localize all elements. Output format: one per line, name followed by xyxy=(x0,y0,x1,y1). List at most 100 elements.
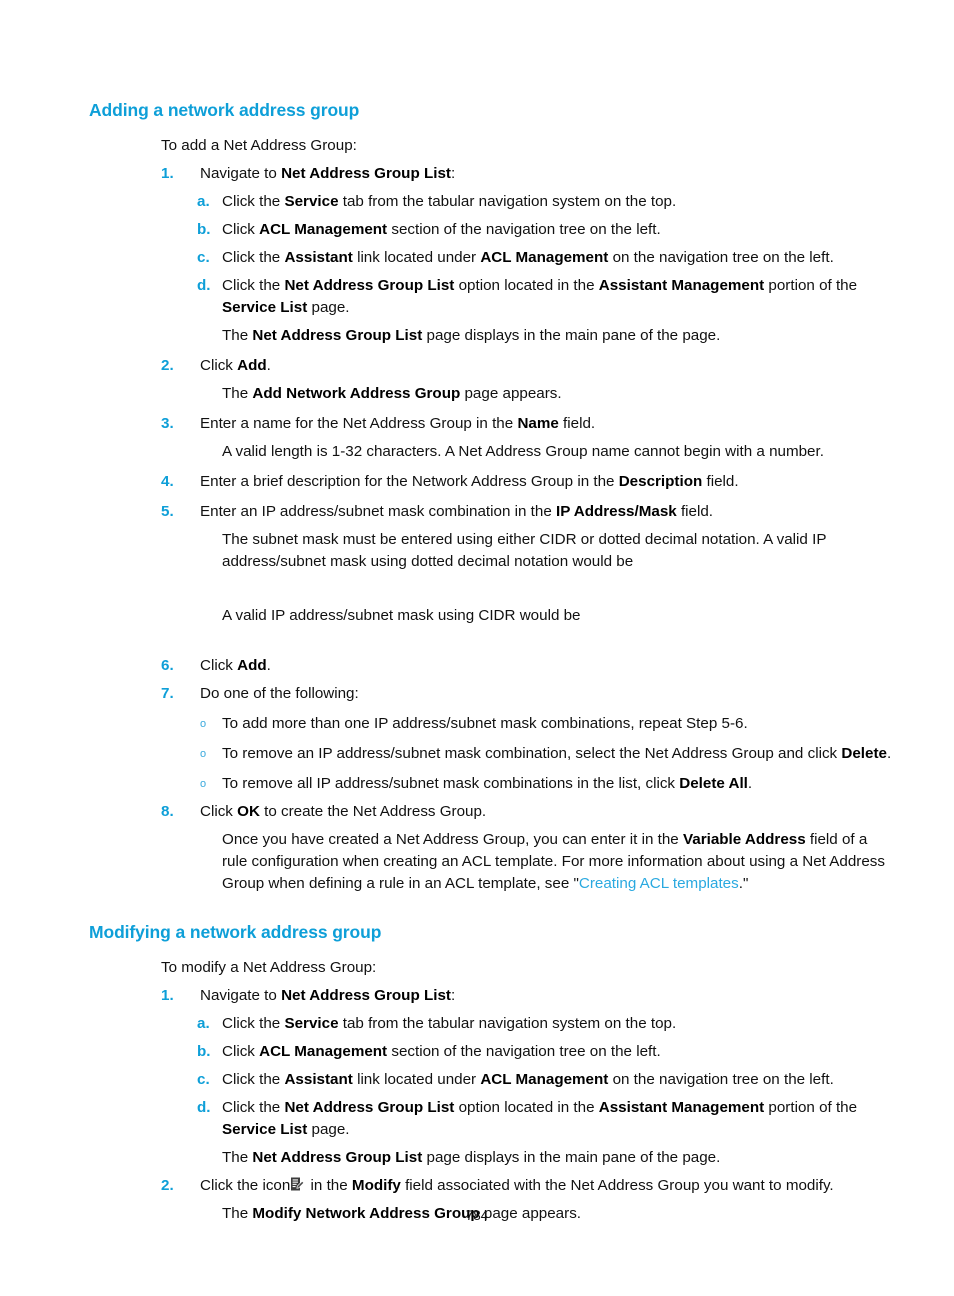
step-1-bold: Net Address Group List xyxy=(281,165,451,182)
list-item-step-7-bullet-2: o To remove an IP address/subnet mask co… xyxy=(0,743,954,765)
list-item-modify-step-1b: b. Click ACL Management section of the n… xyxy=(0,1041,954,1063)
modify-step-1a-text: Click the Service tab from the tabular n… xyxy=(222,1013,894,1035)
step-2-result-part1: The xyxy=(222,385,253,402)
modify-step-1-result-bold: Net Address Group List xyxy=(252,1149,423,1166)
step-1d-part1: Click the xyxy=(222,277,285,294)
modify-step-1c-part3: on the navigation tree on the left. xyxy=(608,1071,834,1088)
list-marker-b: b. xyxy=(197,221,211,238)
step-1a-part2: tab from the tabular navigation system o… xyxy=(338,193,677,210)
step-3-text: Enter a name for the Net Address Group i… xyxy=(200,413,894,435)
cross-reference-link-creating-acl-templates[interactable]: Creating ACL templates xyxy=(579,875,739,892)
step-8-part2: to create the Net Address Group. xyxy=(259,803,487,820)
modify-step-1-result-text: The Net Address Group List page displays… xyxy=(0,1147,954,1169)
list-marker-3: 3. xyxy=(161,415,174,432)
modify-step-2-part3: field associated with the Net Address Gr… xyxy=(400,1177,834,1194)
step-1b-text: Click ACL Management section of the navi… xyxy=(222,219,894,241)
step-8-note: Once you have created a Net Address Grou… xyxy=(0,829,954,895)
modify-step-1b-bold1: ACL Management xyxy=(259,1043,388,1060)
intro-label-modifying: To modify a Net Address Group: xyxy=(161,959,377,976)
step-7-bullet-1-text: To add more than one IP address/subnet m… xyxy=(222,715,748,732)
step-1d-part3: portion of the xyxy=(764,277,858,294)
modify-step-1a-part1: Click the xyxy=(222,1015,285,1032)
list-item-modify-step-1a: a. Click the Service tab from the tabula… xyxy=(0,1013,954,1035)
modify-edit-icon xyxy=(291,1177,305,1192)
step-1d-bold1: Net Address Group List xyxy=(284,277,455,294)
modify-step-2-bold: Modify xyxy=(351,1177,401,1194)
step-1-part2: : xyxy=(450,165,456,182)
step-5-text: Enter an IP address/subnet mask combinat… xyxy=(200,501,894,523)
section-heading-modifying-container: Modifying a network address group xyxy=(0,922,954,943)
list-item-modify-step-1: 1. Navigate to Net Address Group List: xyxy=(0,985,954,1007)
step-8-note-part1: Once you have created a Net Address Grou… xyxy=(222,831,683,848)
step-1d-text: Click the Net Address Group List option … xyxy=(222,275,894,319)
modify-step-1b-part1: Click xyxy=(222,1043,260,1060)
step-1-result-part2: page displays in the main pane of the pa… xyxy=(422,327,721,344)
step-1a-bold1: Service xyxy=(284,193,339,210)
step-1d-part2: option located in the xyxy=(454,277,599,294)
list-marker-circle-1: o xyxy=(200,718,207,730)
modify-step-1d-part1: Click the xyxy=(222,1099,285,1116)
step-1a-text: Click the Service tab from the tabular n… xyxy=(222,191,894,213)
list-item-modify-step-1c: c. Click the Assistant link located unde… xyxy=(0,1069,954,1091)
modify-step-1c-part1: Click the xyxy=(222,1071,285,1088)
list-item-step-1b: b. Click ACL Management section of the n… xyxy=(0,219,954,241)
step-1-part1: Navigate to xyxy=(200,165,282,182)
modify-step-1-result-part1: The xyxy=(222,1149,253,1166)
list-marker-mc: c. xyxy=(197,1071,210,1088)
step-1-result-bold: Net Address Group List xyxy=(252,327,423,344)
list-marker-m1: 1. xyxy=(161,987,174,1004)
list-item-step-1c: c. Click the Assistant link located unde… xyxy=(0,247,954,269)
step-1a-part1: Click the xyxy=(222,193,285,210)
modify-step-1a-part2: tab from the tabular navigation system o… xyxy=(338,1015,677,1032)
step-2-text: Click Add. xyxy=(200,355,894,377)
list-item-step-4: 4. Enter a brief description for the Net… xyxy=(0,471,954,493)
step-5-part2: field. xyxy=(676,503,714,520)
step-7-bullet-3-text: To remove all IP address/subnet mask com… xyxy=(222,773,894,795)
step-4-bold: Description xyxy=(618,473,703,490)
step-4-part2: field. xyxy=(702,473,739,490)
list-marker-5: 5. xyxy=(161,503,174,520)
list-item-step-7-bullet-1: o To add more than one IP address/subnet… xyxy=(0,713,954,735)
modify-step-1d-bold1: Net Address Group List xyxy=(284,1099,455,1116)
step-8-note-part3: ." xyxy=(738,875,749,892)
intro-text-modifying: To modify a Net Address Group: xyxy=(0,957,954,979)
intro-label-adding: To add a Net Address Group: xyxy=(161,137,357,154)
modify-step-1b-text: Click ACL Management section of the navi… xyxy=(222,1041,894,1063)
step-4-text: Enter a brief description for the Networ… xyxy=(200,471,894,493)
page-title-modifying: Modifying a network address group xyxy=(89,922,382,942)
step-3-bold: Name xyxy=(517,415,559,432)
list-item-step-1a: a. Click the Service tab from the tabula… xyxy=(0,191,954,213)
step-6-part1: Click xyxy=(200,657,238,674)
step-1-result-text: The Net Address Group List page displays… xyxy=(0,325,954,347)
modify-step-1b-part2: section of the navigation tree on the le… xyxy=(387,1043,661,1060)
step-1c-bold2: ACL Management xyxy=(480,249,609,266)
step-3-part2: field. xyxy=(558,415,596,432)
step-6-part2: . xyxy=(266,657,271,674)
step-7-bullet-2-bold: Delete xyxy=(841,745,887,762)
list-marker-circle-3: o xyxy=(200,778,207,790)
modify-step-1d-part2: option located in the xyxy=(454,1099,599,1116)
page-content: Adding a network address group To add a … xyxy=(0,0,954,1225)
list-item-step-2: 2. Click Add. xyxy=(0,355,954,377)
list-marker-6: 6. xyxy=(161,657,174,674)
list-marker-8: 8. xyxy=(161,803,174,820)
step-1b-part1: Click xyxy=(222,221,260,238)
modify-step-1d-part3: portion of the xyxy=(764,1099,858,1116)
step-3-part1: Enter a name for the Net Address Group i… xyxy=(200,415,518,432)
step-6-text: Click Add. xyxy=(200,655,894,677)
modify-step-2-part2: in the xyxy=(306,1177,352,1194)
intro-text-adding: To add a Net Address Group: xyxy=(0,135,954,157)
step-1c-part3: on the navigation tree on the left. xyxy=(608,249,834,266)
list-marker-mb: b. xyxy=(197,1043,211,1060)
step-8-part1: Click xyxy=(200,803,238,820)
page-number-footer: 784 xyxy=(465,1208,489,1223)
step-1-result-part1: The xyxy=(222,327,253,344)
list-item-step-7: 7. Do one of the following: xyxy=(0,683,954,705)
list-marker-7: 7. xyxy=(161,685,174,702)
modify-step-1d-bold3: Service List xyxy=(222,1121,308,1138)
list-item-step-1d: d. Click the Net Address Group List opti… xyxy=(0,275,954,319)
modify-step-1-result-part2: page displays in the main pane of the pa… xyxy=(422,1149,721,1166)
step-6-bold: Add xyxy=(237,657,267,674)
modify-step-1d-bold2: Assistant Management xyxy=(598,1099,765,1116)
step-1b-part2: section of the navigation tree on the le… xyxy=(387,221,661,238)
